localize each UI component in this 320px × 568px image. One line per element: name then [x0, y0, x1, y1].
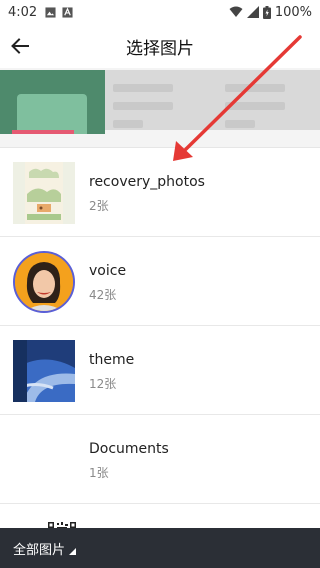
page-title: 选择图片	[126, 38, 194, 59]
back-arrow-icon	[11, 38, 29, 54]
album-count: 42张	[89, 288, 117, 302]
battery-icon	[262, 5, 271, 19]
album-count: 1张	[89, 466, 109, 480]
album-name: Documents	[89, 441, 169, 457]
album-cover-voice	[13, 251, 75, 313]
album-count: 2张	[89, 199, 109, 213]
album-cover-recovery-photos	[13, 162, 75, 224]
back-button[interactable]	[0, 24, 40, 68]
status-bar: 4:02 100%	[0, 0, 320, 24]
wifi-icon	[229, 6, 243, 17]
album-row-theme[interactable]: theme 12张	[0, 326, 320, 415]
album-count: 12张	[89, 377, 117, 391]
album-row-documents[interactable]: Documents 1张	[0, 415, 320, 504]
battery-percent: 100%	[274, 4, 312, 20]
album-cover-documents	[13, 429, 75, 491]
album-cover-theme	[13, 340, 75, 402]
signal-icon	[246, 6, 259, 18]
album-preview-screenshot	[105, 70, 320, 130]
album-name: recovery_photos	[89, 174, 205, 190]
system-status: 100%	[229, 5, 312, 20]
album-selector-label[interactable]: 全部图片	[13, 539, 65, 558]
status-time: 4:02	[8, 4, 38, 20]
app-notification-icon	[62, 6, 73, 18]
image-notification-icon	[45, 6, 56, 18]
album-preview-row[interactable]	[0, 68, 320, 148]
album-row-recovery-photos[interactable]: recovery_photos 2张	[0, 148, 320, 237]
app-bar: 选择图片	[0, 24, 320, 68]
dropdown-triangle-icon	[69, 547, 77, 555]
album-row-voice[interactable]: voice 42张	[0, 237, 320, 326]
notification-icons	[45, 6, 73, 18]
album-list[interactable]: recovery_photos 2张 voice 42张 theme 12张 D…	[0, 68, 320, 528]
album-row-partial[interactable]	[0, 504, 320, 528]
album-name: theme	[89, 352, 135, 368]
album-name: voice	[89, 263, 127, 279]
album-preview-thumbnail	[0, 70, 105, 134]
album-selector-bar[interactable]: 全部图片	[0, 528, 320, 568]
